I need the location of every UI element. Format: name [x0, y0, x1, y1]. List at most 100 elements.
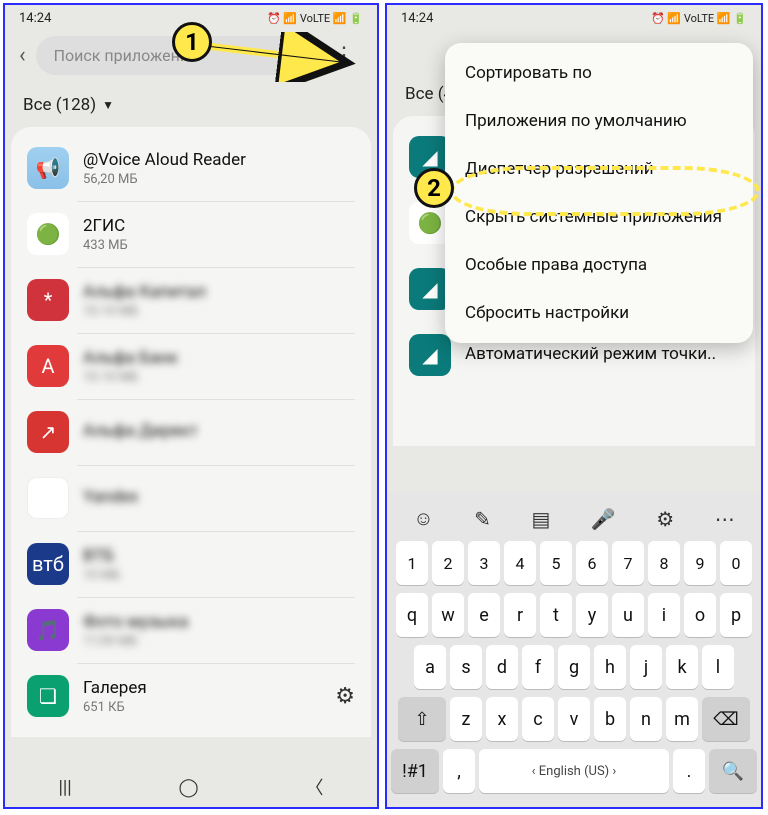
app-size: 10.10 МБ — [83, 304, 355, 319]
app-size: 10 МБ — [83, 568, 355, 583]
filter-bar[interactable]: Все (128) ▼ — [5, 89, 377, 127]
key[interactable]: q — [396, 593, 428, 637]
app-row[interactable]: 🎵 Фото музыка 17,59 МБ — [17, 597, 365, 663]
key[interactable]: n — [630, 697, 662, 741]
key[interactable]: s — [450, 645, 482, 689]
filter-label: Все (128) — [23, 95, 96, 115]
recent-icon[interactable]: ||| — [58, 777, 71, 798]
app-name: @Voice Aloud Reader — [83, 150, 355, 170]
nav-back-icon[interactable]: 〈 — [306, 774, 324, 800]
menu-item[interactable]: Приложения по умолчанию — [445, 97, 753, 145]
app-row[interactable]: 🟢 2ГИС 433 МБ — [17, 201, 365, 267]
key[interactable]: r — [504, 593, 536, 637]
app-icon: Y — [27, 477, 69, 519]
app-name: Альфа Банк — [83, 348, 355, 368]
step-1-badge: 1 — [172, 22, 212, 62]
key[interactable]: 1 — [396, 541, 428, 585]
key[interactable]: y — [576, 593, 608, 637]
menu-item[interactable]: Сбросить настройки — [445, 289, 753, 337]
symbols-key[interactable]: !#1 — [391, 749, 439, 793]
key[interactable]: 0 — [720, 541, 752, 585]
key[interactable]: h — [594, 645, 626, 689]
status-icons: ⏰ 📶 VoLTE 📶 🔋 — [651, 12, 747, 25]
key[interactable]: j — [630, 645, 662, 689]
app-name: ВТБ — [83, 546, 355, 566]
period-key[interactable]: . — [673, 749, 705, 793]
key[interactable]: 3 — [468, 541, 500, 585]
app-size: 56,20 МБ — [83, 172, 355, 187]
app-row[interactable]: втб ВТБ 10 МБ — [17, 531, 365, 597]
apps-list: 📢 @Voice Aloud Reader 56,20 МБ 🟢 2ГИС 43… — [11, 127, 371, 737]
gear-icon[interactable]: ⚙ — [335, 684, 355, 709]
app-icon: 🟢 — [27, 213, 69, 255]
key[interactable]: w — [432, 593, 464, 637]
app-icon: ◢ — [409, 334, 451, 376]
menu-item[interactable]: Сортировать по — [445, 49, 753, 97]
system-nav[interactable]: ||| ◯ 〈 — [5, 767, 377, 807]
key[interactable]: k — [666, 645, 698, 689]
kbd-tool-icon[interactable]: ▤ — [531, 507, 550, 531]
kbd-tool-icon[interactable]: ✎ — [474, 507, 491, 531]
key[interactable]: t — [540, 593, 572, 637]
key[interactable]: 5 — [540, 541, 572, 585]
app-row[interactable]: * Альфа Капитал 10.10 МБ — [17, 267, 365, 333]
key[interactable]: a — [414, 645, 446, 689]
app-name: 2ГИС — [83, 216, 355, 236]
app-size: 10.10 МБ — [83, 370, 355, 385]
clock: 14:24 — [19, 11, 51, 26]
key[interactable]: p — [720, 593, 752, 637]
space-key[interactable]: ‹ English (US) › — [479, 749, 669, 793]
comma-key[interactable]: , — [443, 749, 475, 793]
keyboard[interactable]: ☺ ✎ ▤ 🎤 ⚙ ⋯ 1234567890 qwertyuiop asdfghjkl ⇧… — [387, 492, 761, 807]
app-row[interactable]: Y Yandex — [17, 465, 365, 531]
key[interactable]: 7 — [612, 541, 644, 585]
app-icon: ❏ — [27, 675, 69, 717]
kbd-tool-icon[interactable]: 🎤 — [591, 507, 616, 531]
key[interactable]: 9 — [684, 541, 716, 585]
app-name: Галерея — [83, 678, 321, 698]
key[interactable]: g — [558, 645, 590, 689]
key[interactable]: l — [702, 645, 734, 689]
search-key[interactable]: 🔍 — [709, 749, 757, 793]
key[interactable]: u — [612, 593, 644, 637]
arrow-annotation — [196, 32, 356, 82]
key[interactable]: v — [558, 697, 590, 741]
highlight-ellipse — [450, 166, 760, 216]
app-name: Фото музыка — [83, 612, 355, 632]
key[interactable]: 8 — [648, 541, 680, 585]
kbd-tool-icon[interactable]: ☺ — [413, 506, 433, 531]
key[interactable]: i — [648, 593, 680, 637]
key[interactable]: b — [594, 697, 626, 741]
back-icon[interactable]: ‹ — [19, 43, 26, 68]
app-icon: 📢 — [27, 147, 69, 189]
key[interactable]: o — [684, 593, 716, 637]
app-name: Yandex — [83, 487, 355, 507]
menu-item[interactable]: Особые права доступа — [445, 241, 753, 289]
status-bar: 14:24 ⏰ 📶 VoLTE 📶 🔋 — [387, 5, 761, 28]
key[interactable]: 6 — [576, 541, 608, 585]
key[interactable]: m — [666, 697, 698, 741]
app-icon: A — [27, 345, 69, 387]
shift-key[interactable]: ⇧ — [398, 697, 446, 741]
app-row[interactable]: 📢 @Voice Aloud Reader 56,20 МБ — [17, 135, 365, 201]
app-size: 17,59 МБ — [83, 634, 355, 649]
app-size: 433 МБ — [83, 238, 355, 253]
key[interactable]: e — [468, 593, 500, 637]
key[interactable]: c — [522, 697, 554, 741]
app-icon: втб — [27, 543, 69, 585]
key[interactable]: f — [522, 645, 554, 689]
key[interactable]: d — [486, 645, 518, 689]
backspace-key[interactable]: ⌫ — [702, 697, 750, 741]
kbd-tool-icon[interactable]: ⋯ — [715, 507, 735, 531]
app-row[interactable]: A Альфа Банк 10.10 МБ — [17, 333, 365, 399]
kbd-tool-icon[interactable]: ⚙ — [656, 507, 674, 531]
home-icon[interactable]: ◯ — [179, 777, 199, 798]
app-row[interactable]: ↗ Альфа Директ — [17, 399, 365, 465]
app-row[interactable]: ❏ Галерея 651 КБ ⚙ — [17, 663, 365, 729]
key[interactable]: x — [486, 697, 518, 741]
left-phone: 14:24 ⏰ 📶 VoLTE 📶 🔋 ‹ Поиск приложений ⋮… — [3, 3, 379, 809]
key[interactable]: 2 — [432, 541, 464, 585]
key[interactable]: 4 — [504, 541, 536, 585]
key[interactable]: z — [450, 697, 482, 741]
status-icons: ⏰ 📶 VoLTE 📶 🔋 — [267, 12, 363, 25]
